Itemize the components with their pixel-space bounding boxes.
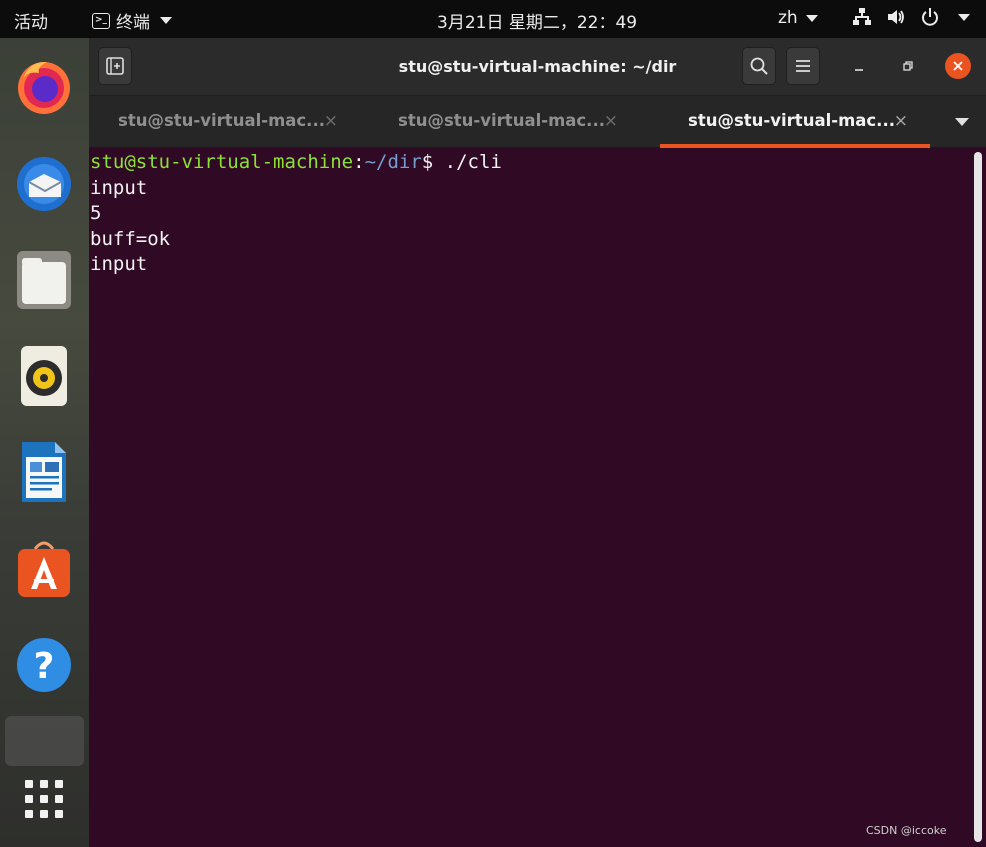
help-icon: ? [17,638,71,692]
system-tray[interactable] [852,7,970,27]
dock-item-software[interactable] [13,538,75,600]
dock-item-help[interactable]: ? [13,634,75,696]
output-line: buff=ok [90,227,171,250]
restore-button[interactable] [895,53,921,79]
title-bar[interactable]: stu@stu-virtual-machine: ~/dir [89,38,986,96]
activities-button[interactable]: 活动 [14,8,48,33]
rhythmbox-icon [21,346,67,406]
tab-label: stu@stu-virtual-mac... [688,111,895,130]
restore-icon [903,61,913,71]
writer-icon [22,442,66,502]
terminal-window: stu@stu-virtual-machine: ~/dir stu@stu-v… [89,38,986,847]
tab-list-chevron-icon[interactable] [955,118,969,126]
output-line: input [90,176,148,199]
app-menu[interactable]: >_ 终端 [92,8,172,33]
svg-text:?: ? [34,646,55,687]
dock-item-rhythmbox[interactable] [13,345,75,407]
output-line: input [90,253,148,275]
scrollbar[interactable] [974,152,982,842]
clock[interactable]: 3月21日 星期二，22：49 [437,8,637,33]
software-icon [18,541,70,597]
app-menu-label: 终端 [116,13,150,33]
dock: ? [0,38,89,847]
watermark: CSDN @iccoke [866,824,947,837]
menu-button[interactable] [786,47,820,85]
prompt-user: stu@stu-virtual-machine [90,151,354,173]
power-icon [922,8,938,26]
volume-icon [888,10,904,24]
minimize-icon [855,69,863,71]
network-icon [853,8,871,25]
chevron-down-icon [160,17,172,24]
tab-1[interactable]: stu@stu-virtual-mac... × [90,96,360,148]
new-tab-icon [106,57,124,75]
prompt-line: stu@stu-virtual-machine:~/dir$ ./cli [90,150,970,176]
output-line: 5 [90,202,102,224]
show-applications-button[interactable] [13,768,75,830]
tab-label: stu@stu-virtual-mac... [398,111,605,130]
thunderbird-icon [17,157,71,211]
terminal-app-icon: >_ [92,12,110,29]
search-icon [750,57,768,75]
new-tab-button[interactable] [98,47,132,85]
firefox-icon [18,61,70,114]
close-window-button[interactable] [945,53,971,79]
tab-close-icon[interactable]: × [894,96,908,146]
chevron-down-icon [805,14,818,22]
dock-item-writer[interactable] [13,441,75,503]
terminal-output[interactable]: stu@stu-virtual-machine:~/dir$ ./cli inpu… [90,150,970,847]
tab-label: stu@stu-virtual-mac... [118,111,325,130]
search-button[interactable] [742,47,776,85]
hamburger-menu-icon [796,60,810,72]
dock-item-thunderbird[interactable] [13,151,75,213]
command-text: ./cli [433,151,502,173]
language-indicator[interactable]: zh [778,8,818,28]
dock-item-firefox[interactable] [13,55,75,117]
prompt-path: ~/dir [364,151,422,173]
prompt-separator: : [353,151,365,173]
grid-icon [25,780,63,818]
top-bar: 活动 >_ 终端 3月21日 星期二，22：49 zh [0,0,986,38]
minimize-button[interactable] [846,53,872,79]
tab-3[interactable]: stu@stu-virtual-mac... × [660,96,930,148]
tab-close-icon[interactable]: × [604,96,618,146]
language-label: zh [778,8,798,28]
dock-item-files[interactable] [13,249,75,311]
dock-separator [5,716,84,766]
tab-close-icon[interactable]: × [324,96,338,146]
tab-2[interactable]: stu@stu-virtual-mac... × [370,96,640,148]
close-icon [953,61,963,71]
tab-bar: stu@stu-virtual-mac... × stu@stu-virtual… [89,96,986,148]
chevron-down-icon [958,13,970,21]
prompt-symbol: $ [421,151,434,173]
files-icon [17,251,71,309]
